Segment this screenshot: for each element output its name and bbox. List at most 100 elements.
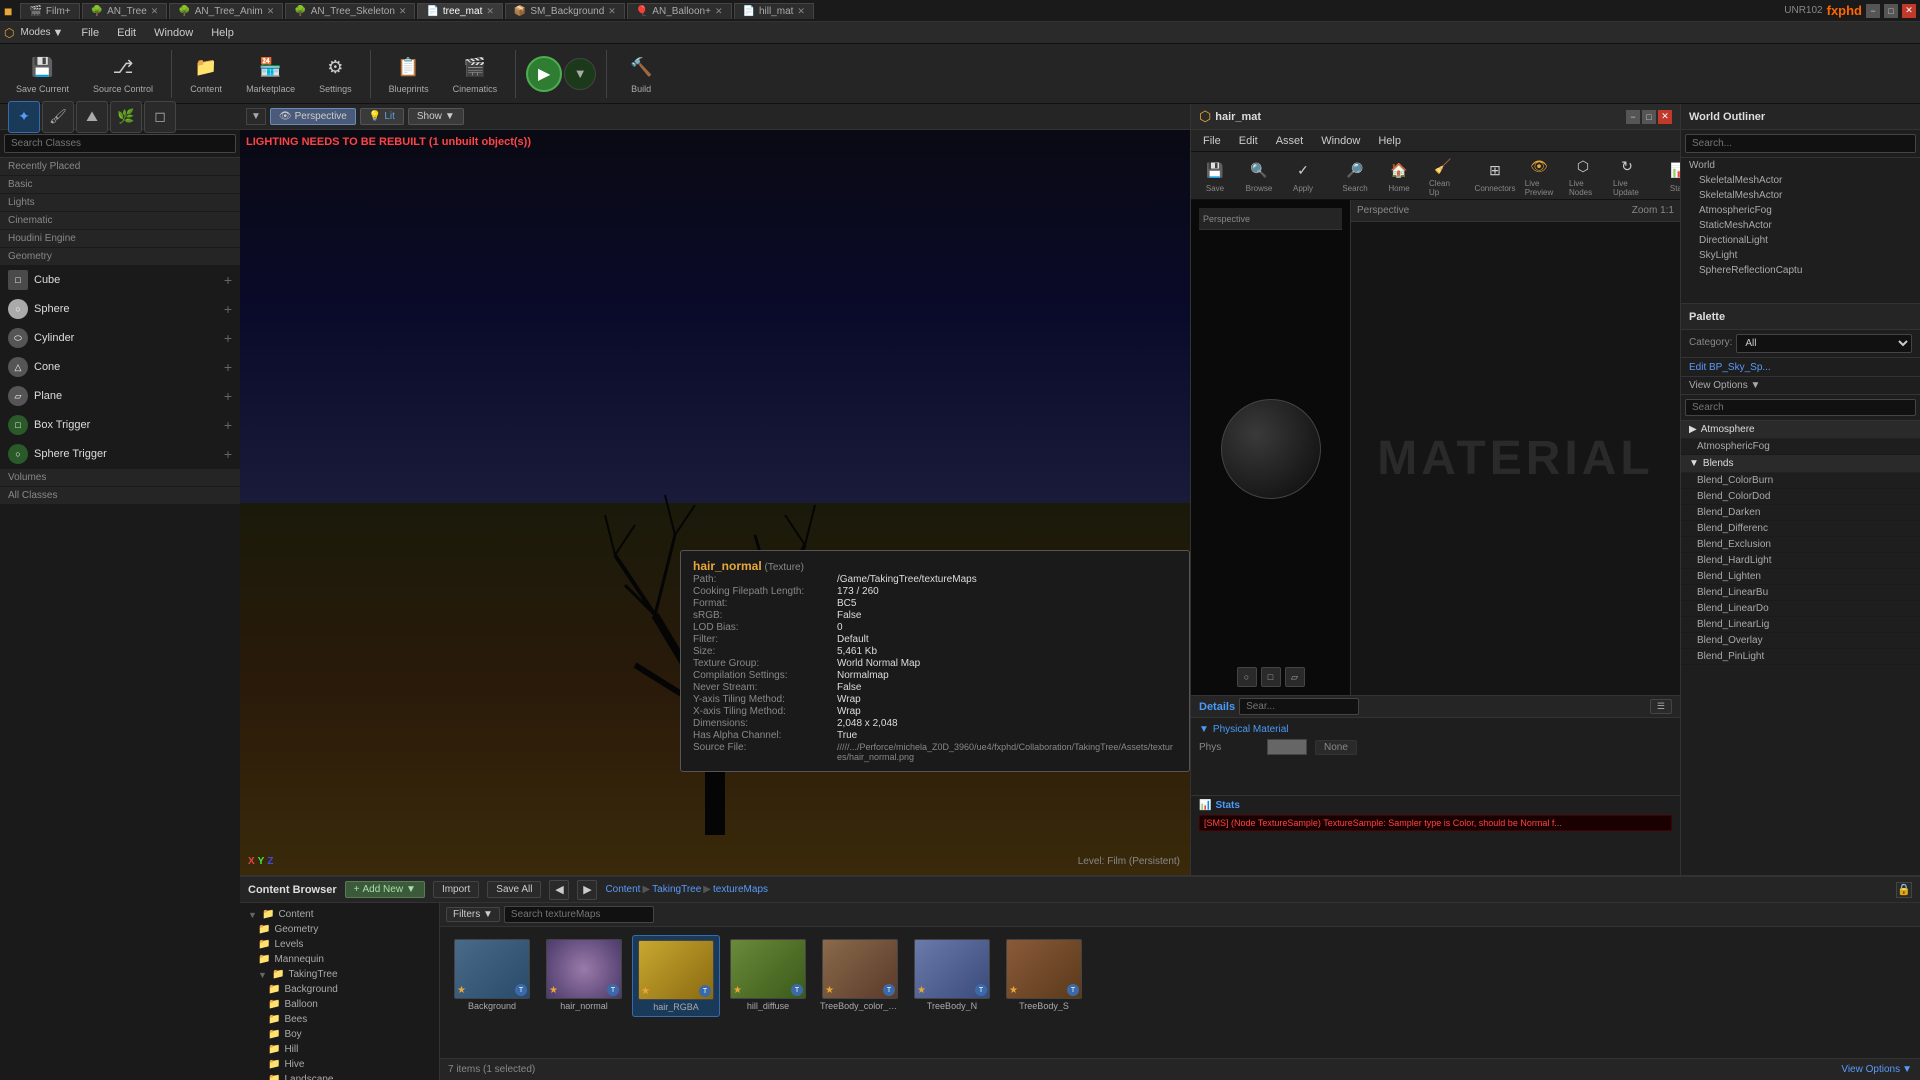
asset-background[interactable]: ★ T Background — [448, 935, 536, 1017]
mat-live-nodes-button[interactable]: ⬡ Live Nodes — [1563, 151, 1603, 200]
tree-item-boy[interactable]: 📁 Boy — [240, 1027, 439, 1042]
palette-item-blend-pinlight[interactable]: Blend_PinLight — [1681, 649, 1920, 665]
perspective-button[interactable]: 👁 Perspective — [270, 108, 356, 125]
outliner-item-skeletal-1[interactable]: SkeletalMeshActor — [1681, 173, 1920, 188]
mat-browse-button[interactable]: 🔍 Browse — [1239, 156, 1279, 196]
mat-minimize-button[interactable]: − — [1626, 110, 1640, 124]
mat-menu-file[interactable]: File — [1195, 133, 1229, 149]
asset-treebody-s[interactable]: ★ T TreeBody_S — [1000, 935, 1088, 1017]
save-all-button[interactable]: Save All — [487, 881, 541, 898]
palette-item-blend-hardlight[interactable]: Blend_HardLight — [1681, 553, 1920, 569]
mat-search-button[interactable]: 🔎 Search — [1335, 156, 1375, 196]
tab-hill-mat[interactable]: 📄 hill_mat ✕ — [734, 3, 814, 19]
tree-item-hill[interactable]: 📁 Hill — [240, 1042, 439, 1057]
tree-item-background[interactable]: 📁 Background — [240, 982, 439, 997]
class-search-input[interactable] — [4, 134, 236, 153]
outliner-item-sphere-reflection[interactable]: SphereReflectionCaptu — [1681, 263, 1920, 278]
section-cinematic[interactable]: Cinematic — [0, 212, 240, 230]
outliner-item-world[interactable]: World — [1681, 158, 1920, 173]
asset-treebody-n[interactable]: ★ T TreeBody_N — [908, 935, 996, 1017]
palette-item-blend-colorburn[interactable]: Blend_ColorBurn — [1681, 473, 1920, 489]
sphere-trigger-add-icon[interactable]: + — [224, 446, 232, 462]
blueprints-button[interactable]: 📋 Blueprints — [381, 50, 437, 98]
plane-add-icon[interactable]: + — [224, 388, 232, 404]
outliner-search-input[interactable] — [1685, 134, 1916, 153]
outliner-item-static[interactable]: StaticMeshActor — [1681, 218, 1920, 233]
tab-an-tree-anim[interactable]: 🌳 AN_Tree_Anim ✕ — [169, 3, 283, 19]
palette-item-blend-lighten[interactable]: Blend_Lighten — [1681, 569, 1920, 585]
class-item-sphere[interactable]: ○ Sphere + — [0, 295, 240, 324]
material-node-canvas[interactable]: MATERIAL — [1351, 222, 1680, 695]
mat-menu-asset[interactable]: Asset — [1268, 133, 1312, 149]
details-options-button[interactable]: ☰ — [1650, 699, 1672, 714]
palette-cat-blends[interactable]: ▼ Blends — [1681, 455, 1920, 473]
palette-item-blend-darken[interactable]: Blend_Darken — [1681, 505, 1920, 521]
palette-item-blend-exclusion[interactable]: Blend_Exclusion — [1681, 537, 1920, 553]
mat-save-button[interactable]: 💾 Save — [1195, 156, 1235, 196]
outliner-item-directional[interactable]: DirectionalLight — [1681, 233, 1920, 248]
cube-add-icon[interactable]: + — [224, 272, 232, 288]
palette-cat-atmosphere[interactable]: ▶ Atmosphere — [1681, 421, 1920, 439]
palette-item-blend-differenc[interactable]: Blend_Differenc — [1681, 521, 1920, 537]
mat-menu-window[interactable]: Window — [1313, 133, 1368, 149]
tree-item-geometry[interactable]: 📁 Geometry — [240, 922, 439, 937]
outliner-item-skylight[interactable]: SkyLight — [1681, 248, 1920, 263]
build-button[interactable]: 🔨 Build — [617, 50, 665, 98]
tree-item-content[interactable]: ▼ 📁 Content — [240, 907, 439, 922]
asset-treebody-color[interactable]: ★ T TreeBody_color_1001 — [816, 935, 904, 1017]
tab-an-tree[interactable]: 🌳 AN_Tree ✕ — [82, 3, 168, 19]
palette-item-blend-overlay[interactable]: Blend_Overlay — [1681, 633, 1920, 649]
preview-plane-button[interactable]: ▱ — [1285, 667, 1305, 687]
palette-edit-link[interactable]: Edit BP_Sky_Sp... — [1689, 362, 1771, 373]
section-geometry[interactable]: Geometry — [0, 248, 240, 266]
geometry-mode-icon[interactable]: ◻ — [144, 101, 176, 133]
lit-button[interactable]: 💡 Lit — [360, 108, 404, 125]
tab-an-balloon[interactable]: 🎈 AN_Balloon+ ✕ — [627, 3, 732, 19]
cinematics-button[interactable]: 🎬 Cinematics — [445, 50, 506, 98]
asset-hair-rgba[interactable]: ★ T hair_RGBA — [632, 935, 720, 1017]
import-button[interactable]: Import — [433, 881, 479, 898]
menu-window[interactable]: Window — [146, 25, 201, 41]
add-new-button[interactable]: + Add New ▼ — [345, 881, 425, 898]
mat-close-button[interactable]: ✕ — [1658, 110, 1672, 124]
maximize-button[interactable]: □ — [1884, 4, 1898, 18]
tree-item-levels[interactable]: 📁 Levels — [240, 937, 439, 952]
details-search-input[interactable] — [1239, 698, 1359, 715]
menu-file[interactable]: File — [73, 25, 107, 41]
minimize-button[interactable]: − — [1866, 4, 1880, 18]
view-options-button[interactable]: View Options ▼ — [1841, 1064, 1912, 1075]
mat-live-preview-button[interactable]: 👁 Live Preview — [1519, 151, 1559, 200]
palette-item-blend-lineardo[interactable]: Blend_LinearDo — [1681, 601, 1920, 617]
outliner-item-skeletal-2[interactable]: SkeletalMeshActor — [1681, 188, 1920, 203]
content-button[interactable]: 📁 Content — [182, 50, 230, 98]
mat-live-update-button[interactable]: ↻ Live Update — [1607, 151, 1647, 200]
mat-menu-edit[interactable]: Edit — [1231, 133, 1266, 149]
section-recently-placed[interactable]: Recently Placed — [0, 158, 240, 176]
cone-add-icon[interactable]: + — [224, 359, 232, 375]
class-item-plane[interactable]: ▱ Plane + — [0, 382, 240, 411]
none-label[interactable]: None — [1315, 740, 1357, 755]
nav-forward-button[interactable]: ▶ — [577, 880, 597, 900]
tab-sm-background[interactable]: 📦 SM_Background ✕ — [505, 3, 625, 19]
path-content[interactable]: Content — [605, 884, 640, 895]
save-current-button[interactable]: 💾 Save Current — [8, 50, 77, 98]
menu-help[interactable]: Help — [203, 25, 242, 41]
mat-apply-button[interactable]: ✓ Apply — [1283, 156, 1323, 196]
palette-item-blend-linearbu[interactable]: Blend_LinearBu — [1681, 585, 1920, 601]
section-all-classes[interactable]: All Classes — [0, 487, 240, 505]
class-item-cube[interactable]: □ Cube + — [0, 266, 240, 295]
phys-color-swatch[interactable] — [1267, 739, 1307, 755]
asset-hair-normal[interactable]: ★ T hair_normal — [540, 935, 628, 1017]
modes-control[interactable]: Modes ▼ — [20, 27, 63, 39]
lock-button[interactable]: 🔒 — [1896, 882, 1912, 898]
foliage-mode-icon[interactable]: 🌿 — [110, 101, 142, 133]
place-mode-icon[interactable]: ✦ — [8, 101, 40, 133]
mat-cleanup-button[interactable]: 🧹 Clean Up — [1423, 151, 1463, 200]
source-control-button[interactable]: ⎇ Source Control — [85, 50, 161, 98]
marketplace-button[interactable]: 🏪 Marketplace — [238, 50, 303, 98]
landscape-mode-icon[interactable]: ⛰ — [76, 101, 108, 133]
view-options-link[interactable]: View Options ▼ — [1681, 377, 1920, 395]
section-volumes[interactable]: Volumes — [0, 469, 240, 487]
tree-item-bees[interactable]: 📁 Bees — [240, 1012, 439, 1027]
cylinder-add-icon[interactable]: + — [224, 330, 232, 346]
